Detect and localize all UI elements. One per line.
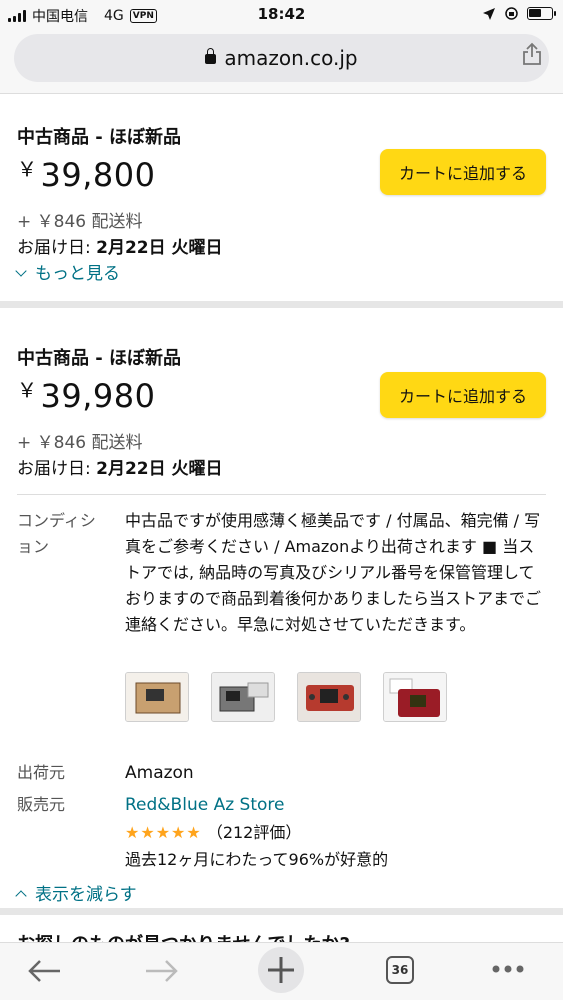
condition-note: 中古品ですが使用感薄く極美品です / 付属品、箱完備 / 写真をご参考ください … — [125, 511, 542, 634]
product-photo[interactable] — [297, 672, 361, 722]
back-arrow-icon[interactable] — [26, 957, 62, 985]
product-photo[interactable] — [383, 672, 447, 722]
chevron-down-icon — [15, 265, 27, 277]
photo-gallery — [125, 672, 447, 722]
offer-price: ￥39,980 — [17, 374, 155, 415]
add-to-cart-button[interactable]: カートに追加する — [380, 149, 546, 195]
product-photo[interactable] — [211, 672, 275, 722]
currency-symbol: ￥ — [17, 378, 38, 402]
delivery-label: お届け日: — [17, 459, 97, 479]
rating-count[interactable]: （212評価） — [207, 823, 302, 842]
delivery-date: お届け日: 2月22日 火曜日 — [17, 454, 223, 479]
ships-from-value: Amazon — [125, 763, 194, 783]
offer-price: ￥39,800 — [17, 153, 155, 194]
currency-symbol: ￥ — [17, 157, 38, 181]
lock-icon — [205, 48, 217, 64]
delivery-date: お届け日: 2月22日 火曜日 — [17, 233, 223, 258]
see-more-link[interactable]: もっと見る — [15, 259, 120, 284]
browser-toolbar: 36 — [0, 942, 563, 1000]
details-divider — [17, 494, 546, 495]
offer-condition: 中古商品 - ほぼ新品 — [17, 127, 182, 148]
see-more-label: もっと見る — [35, 264, 120, 284]
feedback-text: 過去12ヶ月にわたって96%が好意的 — [125, 850, 389, 869]
offer-card: 中古商品 - ほぼ新品 ￥39,980 カートに追加する + ￥846 配送料 … — [0, 308, 563, 908]
battery-icon — [527, 7, 556, 20]
add-to-cart-button[interactable]: カートに追加する — [380, 372, 546, 418]
tab-switcher-button[interactable]: 36 — [386, 956, 414, 984]
seller-link[interactable]: Red&Blue Az Store — [125, 792, 545, 818]
orientation-lock-icon — [505, 7, 518, 20]
browser-header: amazon.co.jp — [0, 30, 563, 94]
ships-from-label: 出荷元 — [17, 763, 66, 782]
rating-line: ★★★★★ （212評価） — [125, 820, 545, 846]
section-divider — [0, 908, 563, 915]
location-icon — [483, 7, 495, 20]
section-divider — [0, 301, 563, 308]
address-bar[interactable]: amazon.co.jp — [14, 34, 549, 82]
status-bar: 中国电信 4G VPN 18:42 — [0, 0, 563, 30]
forward-arrow-icon[interactable] — [144, 957, 180, 985]
chevron-up-icon — [15, 890, 27, 902]
show-less-label: 表示を減らす — [35, 885, 137, 905]
share-icon[interactable] — [521, 42, 543, 66]
more-menu-icon[interactable] — [490, 963, 526, 975]
star-rating-icon[interactable]: ★★★★★ — [125, 823, 202, 842]
shipping-fee: + ￥846 配送料 — [17, 212, 143, 232]
price-value: 39,980 — [40, 377, 156, 415]
delivery-date-value: 2月22日 火曜日 — [96, 459, 223, 479]
new-tab-button[interactable] — [258, 947, 304, 993]
price-value: 39,800 — [40, 156, 156, 194]
plus-icon — [268, 957, 294, 983]
clock: 18:42 — [257, 5, 306, 23]
show-less-link[interactable]: 表示を減らす — [15, 880, 137, 905]
shipping-fee: + ￥846 配送料 — [17, 433, 143, 453]
product-photo[interactable] — [125, 672, 189, 722]
condition-label: コンディション — [17, 511, 96, 556]
url-text: amazon.co.jp — [224, 46, 358, 70]
offer-card: 中古商品 - ほぼ新品 ￥39,800 カートに追加する + ￥846 配送料 … — [0, 95, 563, 301]
sold-by-label: 販売元 — [17, 795, 66, 814]
offer-condition: 中古商品 - ほぼ新品 — [17, 348, 182, 369]
offer-list: 中古商品 - ほぼ新品 ￥39,800 カートに追加する + ￥846 配送料 … — [0, 95, 563, 908]
delivery-date-value: 2月22日 火曜日 — [96, 238, 223, 258]
delivery-label: お届け日: — [17, 238, 97, 258]
